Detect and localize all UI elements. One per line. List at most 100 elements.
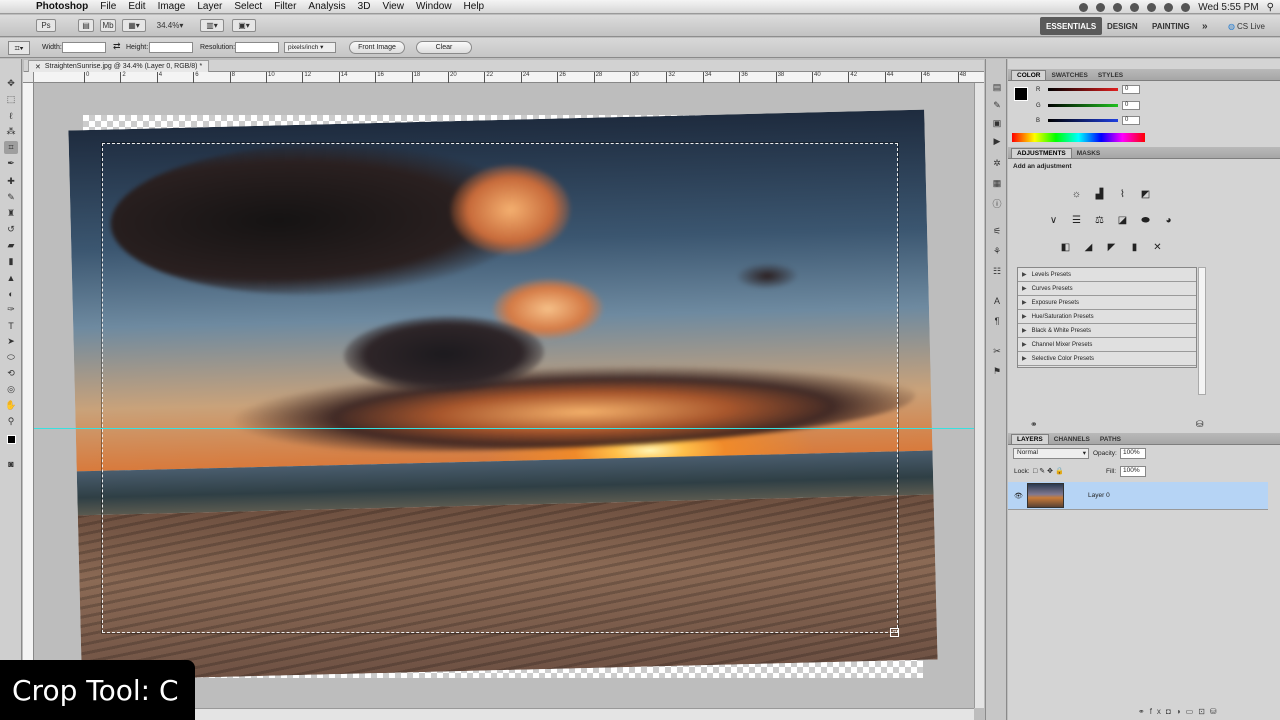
extras-menu-icon[interactable]: ▦▾	[122, 19, 146, 32]
3d-rotate-icon[interactable]: ⟲	[4, 367, 18, 380]
spotlight-icon[interactable]: ⚲	[1267, 2, 1274, 13]
clone-source-icon[interactable]: ▣	[991, 117, 1003, 129]
healing-icon[interactable]: ✚	[4, 175, 18, 188]
path-select-icon[interactable]: ➤	[4, 335, 18, 348]
horizontal-ruler[interactable]: 0 2 4 6 8 10 12 14 16 18 20 22 24 26 28 30 32 34 36 38 40 42 4…	[34, 72, 1039, 83]
menu-window[interactable]: Window	[410, 1, 458, 12]
curves-icon[interactable]: ⌇	[1116, 188, 1129, 201]
menu-filter[interactable]: Filter	[268, 1, 302, 12]
dodge-icon[interactable]: ◐	[4, 287, 18, 300]
bluetooth-icon[interactable]	[1130, 2, 1140, 12]
preset-item-exposure[interactable]: ▶ Exposure Presets	[1018, 296, 1196, 310]
lasso-icon[interactable]: ℓ	[4, 109, 18, 122]
selective-color-icon[interactable]: ✕	[1151, 241, 1164, 254]
quick-select-icon[interactable]: ⁂	[4, 125, 18, 138]
tab-styles[interactable]: STYLES	[1093, 70, 1128, 80]
channel-mixer-icon[interactable]: ◕	[1162, 214, 1175, 227]
vertical-ruler[interactable]	[23, 83, 34, 720]
trash-icon[interactable]: ⛁	[1196, 419, 1204, 430]
arrange-documents-icon[interactable]: ▥▾	[200, 19, 224, 32]
color-spectrum[interactable]	[1012, 133, 1145, 142]
front-image-button[interactable]: Front Image	[349, 41, 405, 54]
info-icon[interactable]: ⓘ	[991, 197, 1003, 209]
preset-item-levels[interactable]: ▶ Levels Presets	[1018, 268, 1196, 282]
photo-filter-icon[interactable]: ⬬	[1139, 214, 1152, 227]
new-adjustment-icon[interactable]: ◑	[1176, 707, 1186, 716]
crop-preset-icon[interactable]: ⌗▾	[8, 41, 30, 55]
menu-layer[interactable]: Layer	[191, 1, 228, 12]
clone-stamp-icon[interactable]: ♜	[4, 207, 18, 220]
height-input[interactable]	[149, 42, 193, 53]
fx-icon[interactable]: fx	[1150, 707, 1166, 716]
foreground-color-swatch[interactable]	[1014, 87, 1028, 101]
lock-options-icon[interactable]: □✎✥🔒	[1033, 467, 1066, 475]
workspace-painting[interactable]: PAINTING	[1146, 17, 1196, 35]
quick-mask-icon[interactable]: ◙	[4, 457, 18, 470]
actions-icon[interactable]: ▶	[991, 135, 1003, 147]
link-layers-icon[interactable]: ⚭	[1138, 707, 1150, 716]
minibridge-icon[interactable]: Mb	[100, 19, 116, 32]
clock-icon[interactable]	[1113, 2, 1123, 12]
menu-help[interactable]: Help	[458, 1, 491, 12]
layer-row[interactable]: 👁 Layer 0	[1008, 482, 1268, 510]
clip-to-layer-icon[interactable]: ⚭	[1030, 419, 1038, 430]
paths-panel-icon[interactable]: ⚘	[991, 245, 1003, 257]
width-input[interactable]	[62, 42, 106, 53]
menu-file[interactable]: File	[94, 1, 122, 12]
battery-icon[interactable]	[1181, 2, 1191, 12]
clear-button[interactable]: Clear	[416, 41, 472, 54]
cs-live-button[interactable]: ◍ CS Live	[1222, 17, 1271, 35]
menu-image[interactable]: Image	[152, 1, 192, 12]
marquee-icon[interactable]: ⬚	[4, 93, 18, 106]
bird-icon[interactable]	[1079, 2, 1089, 12]
wifi-icon[interactable]	[1147, 2, 1157, 12]
preset-item-black-white[interactable]: ▶ Black & White Presets	[1018, 324, 1196, 338]
volume-icon[interactable]	[1164, 2, 1174, 12]
preset-item-selective-color[interactable]: ▶ Selective Color Presets	[1018, 352, 1196, 366]
pen-icon[interactable]: ✑	[4, 303, 18, 316]
green-channel-slider[interactable]	[1048, 104, 1118, 107]
hand-icon[interactable]: ✋	[4, 399, 18, 412]
brush-icon[interactable]: ✎	[4, 191, 18, 204]
resolution-input[interactable]	[235, 42, 279, 53]
tab-masks[interactable]: MASKS	[1072, 148, 1105, 158]
green-channel-value[interactable]: 0	[1122, 101, 1140, 110]
menubar-clock[interactable]: Wed 5:55 PM	[1198, 2, 1258, 13]
document-tab[interactable]: ✕ StraightenSunrise.jpg @ 34.4% (Layer 0…	[28, 60, 210, 72]
exposure-icon[interactable]: ◩	[1139, 188, 1152, 201]
red-channel-value[interactable]: 0	[1122, 85, 1140, 94]
levels-icon[interactable]: ▟	[1093, 188, 1106, 201]
eyedropper-icon[interactable]: ✒	[4, 157, 18, 170]
tab-swatches[interactable]: SWATCHES	[1046, 70, 1092, 80]
posterize-icon[interactable]: ◢	[1082, 241, 1095, 254]
paragraph-panel-icon[interactable]: ¶	[991, 315, 1003, 327]
tool-presets-icon[interactable]: ⚟	[991, 225, 1003, 237]
menu-select[interactable]: Select	[228, 1, 268, 12]
red-channel-slider[interactable]	[1048, 88, 1118, 91]
bridge-icon[interactable]: ▤	[78, 19, 94, 32]
more-workspaces-button[interactable]: »	[1196, 17, 1214, 35]
tab-layers[interactable]: LAYERS	[1011, 434, 1049, 444]
navigator-icon[interactable]: ✲	[991, 157, 1003, 169]
styles-panel-icon[interactable]: ☷	[991, 265, 1003, 277]
histogram-icon[interactable]: ▦	[991, 177, 1003, 189]
preset-item-hue-saturation[interactable]: ▶ Hue/Saturation Presets	[1018, 310, 1196, 324]
shape-icon[interactable]: ⬭	[4, 351, 18, 364]
crop-selection-box[interactable]	[102, 143, 898, 633]
resolution-units-select[interactable]: pixels/inch ▾	[284, 42, 336, 53]
vibrance-icon[interactable]: ∨	[1047, 214, 1060, 227]
vertical-scrollbar[interactable]	[974, 83, 984, 708]
tab-paths[interactable]: PATHS	[1095, 434, 1126, 444]
crop-icon[interactable]: ⌗	[4, 141, 18, 154]
preset-item-curves[interactable]: ▶ Curves Presets	[1018, 282, 1196, 296]
new-layer-icon[interactable]: ⊡	[1198, 707, 1210, 716]
new-group-icon[interactable]: ▭	[1186, 707, 1199, 716]
fill-input[interactable]: 100%	[1120, 466, 1146, 477]
crop-handle-icon[interactable]: ⌗	[890, 628, 899, 637]
tab-color[interactable]: COLOR	[1011, 70, 1047, 80]
sync-icon[interactable]	[1096, 2, 1106, 12]
close-tab-icon[interactable]: ✕	[35, 63, 41, 71]
brush-panel-icon[interactable]: ✎	[991, 99, 1003, 111]
type-icon[interactable]: T	[4, 319, 18, 332]
workspace-essentials[interactable]: ESSENTIALS	[1040, 17, 1103, 35]
